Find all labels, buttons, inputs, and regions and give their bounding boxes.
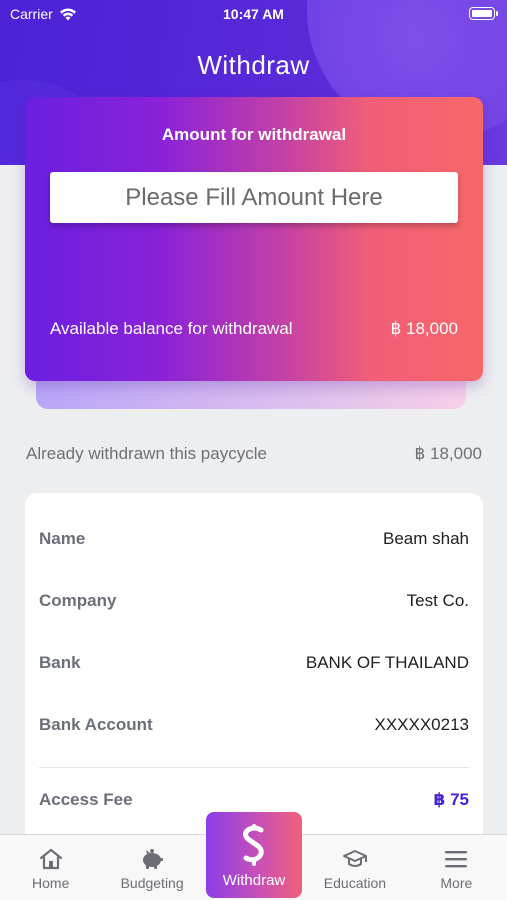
- detail-label: Company: [39, 591, 117, 610]
- piggy-bank-icon: [143, 849, 164, 869]
- battery-icon: [469, 7, 498, 20]
- status-bar: Carrier 10:47 AM: [0, 0, 507, 30]
- tab-withdraw[interactable]: Withdraw: [206, 812, 302, 898]
- already-withdrawn-label: Already withdrawn this paycycle: [26, 444, 267, 463]
- detail-value: XXXXX0213: [374, 715, 469, 734]
- page-title: Withdraw: [197, 50, 310, 80]
- detail-row-bank-account: Bank Account XXXXX0213: [39, 715, 469, 735]
- detail-label: Access Fee: [39, 790, 133, 809]
- tab-label: Home: [32, 875, 70, 891]
- detail-row-bank: Bank BANK OF THAILAND: [39, 653, 469, 673]
- tab-home[interactable]: Home: [0, 835, 101, 900]
- detail-value: BANK OF THAILAND: [305, 653, 469, 672]
- tab-label: Withdraw: [222, 872, 286, 889]
- tab-label: More: [440, 875, 473, 891]
- tab-more[interactable]: More: [406, 835, 507, 900]
- withdraw-logo-icon: [243, 824, 264, 866]
- tab-budgeting[interactable]: Budgeting: [101, 835, 202, 900]
- detail-label: Bank Account: [39, 715, 153, 734]
- status-time: 10:47 AM: [223, 6, 284, 22]
- tab-label: Budgeting: [120, 875, 184, 891]
- amount-input[interactable]: [50, 172, 458, 223]
- detail-label: Name: [39, 529, 86, 548]
- detail-row-company: Company Test Co.: [39, 591, 469, 611]
- detail-value: Beam shah: [383, 529, 469, 548]
- divider: [39, 767, 469, 768]
- tab-label: Education: [323, 875, 387, 891]
- detail-row-name: Name Beam shah: [39, 529, 469, 549]
- menu-icon: [445, 851, 468, 868]
- home-icon: [39, 848, 62, 870]
- access-fee-value: ฿ 75: [433, 790, 469, 809]
- detail-value: Test Co.: [406, 591, 469, 610]
- available-balance-value: ฿ 18,000: [390, 319, 458, 338]
- tab-education[interactable]: Education: [304, 835, 405, 900]
- already-withdrawn-row: Already withdrawn this paycycle ฿ 18,000: [26, 444, 482, 464]
- detail-row-access-fee: Access Fee ฿ 75: [39, 790, 469, 810]
- detail-label: Bank: [39, 653, 81, 672]
- amount-card-title: Amount for withdrawal: [161, 125, 347, 144]
- withdraw-amount-card: Amount for withdrawal Available balance …: [25, 97, 483, 381]
- available-balance-label: Available balance for withdrawal: [50, 319, 293, 338]
- withdraw-details-card: Name Beam shah Company Test Co. Bank BAN…: [25, 493, 483, 853]
- graduation-cap-icon: [342, 850, 367, 867]
- already-withdrawn-value: ฿ 18,000: [414, 444, 482, 463]
